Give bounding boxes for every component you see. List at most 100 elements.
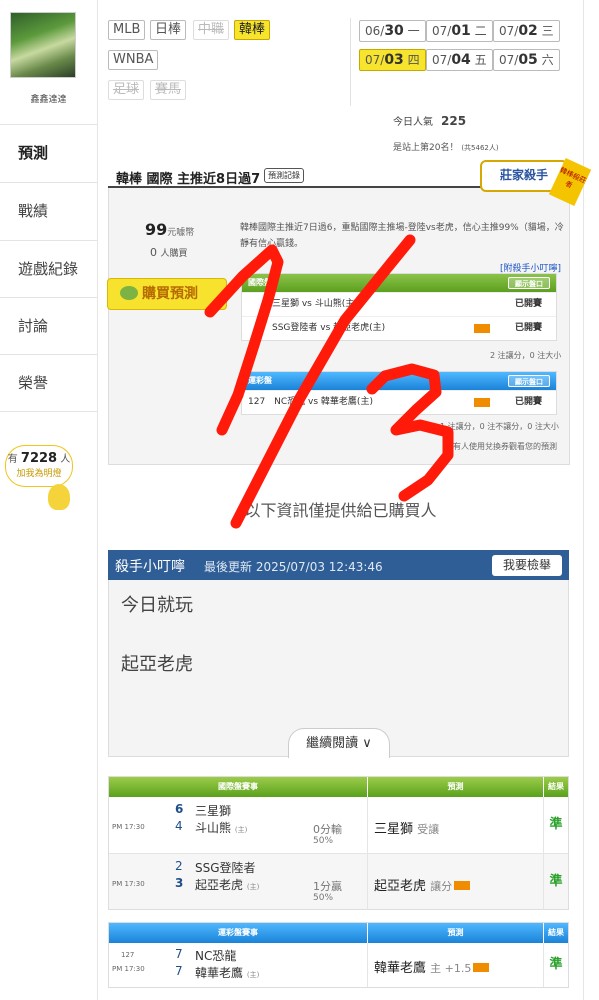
column-header: 預測: [368, 923, 544, 943]
table-row: PM 17:30 6 三星獅 4 斗山熊 (主) 0分輸 50% 三星獅 受讓 …: [109, 797, 568, 853]
header-divider: [350, 18, 351, 106]
team-label: 起亞老虎: [195, 878, 244, 892]
nav-item-record[interactable]: 戰績: [0, 182, 97, 239]
date-day: 02: [518, 23, 538, 39]
coin-icon: [120, 286, 138, 300]
buyer-count-value: 0: [150, 246, 157, 259]
table-header: 運彩盤賽事 預測 結果: [109, 923, 568, 943]
pick-note: 受讓: [417, 823, 440, 836]
prediction-pick: 韓華老鷹 主 +1.5: [374, 957, 490, 976]
show-odds-button[interactable]: 顯示盤口: [508, 375, 550, 387]
lightbulb-icon: [48, 484, 70, 510]
rank-note: (共5462人): [461, 144, 499, 152]
badge-label: 莊家殺手: [499, 168, 548, 182]
popularity-count: 225: [441, 114, 467, 128]
last-updated: 最後更新 2025/07/03 12:43:46: [204, 560, 383, 574]
spread-percent: 50%: [313, 893, 334, 903]
popularity: 今日人氣 225: [393, 113, 466, 128]
nav-item-predictions[interactable]: 預測: [0, 124, 97, 181]
follow-cta[interactable]: 加我為明燈: [6, 466, 72, 479]
result-hit: 準: [549, 817, 563, 832]
date-month: 06/: [365, 24, 385, 38]
table-header: 國際盤賽事 預測 結果: [109, 777, 568, 797]
handicap-tag-icon: [473, 963, 490, 972]
spread-result: 0分輸: [313, 823, 342, 836]
sport-tab-npb[interactable]: 日棒: [150, 20, 187, 40]
result-hit: 準: [549, 874, 563, 889]
table-row: 127 PM 17:30 7 NC恐龍 7 韓華老鷹 (主) 韓華老鷹 主 +1…: [109, 943, 568, 987]
column-header: 結果: [548, 928, 564, 937]
fans-prefix: 有: [7, 454, 18, 465]
prediction-record-button[interactable]: 預測記錄: [264, 168, 304, 183]
nav-item-discussion[interactable]: 討論: [0, 297, 97, 354]
badge-ribbon-label: 韓棒殺莊者: [558, 166, 588, 190]
lottery-results-table: 運彩盤賽事 預測 結果 127 PM 17:30 7 NC恐龍 7 韓華老鷹 (…: [108, 922, 569, 988]
date-tab-selected[interactable]: 07/03 四: [359, 49, 426, 71]
score: 4: [175, 819, 183, 833]
score: 2: [175, 859, 183, 873]
date-tab[interactable]: 06/30 一: [359, 20, 426, 42]
intl-odds-panel: 國際盤 顯示盤口 三星獅 vs 斗山熊(主) 已開賽 SSG登陸者 vs 起亞老虎(…: [241, 273, 557, 341]
buy-label: 購買預測: [142, 286, 198, 302]
game-time: PM 17:30: [112, 880, 145, 888]
match-status: 已開賽: [514, 323, 542, 333]
sport-tab-soccer: 足球: [108, 80, 145, 100]
card-description: 韓棒國際主推近7日過6，重點國際主推場-登陸vs老虎，信心主推99%（貓場，冷靜…: [240, 223, 564, 249]
team-label: 斗山熊: [195, 821, 232, 835]
date-tab[interactable]: 07/04 五: [426, 49, 493, 71]
rank-text: 是站上第20名！ (共5462人): [393, 140, 499, 153]
home-marker: (主): [234, 826, 248, 834]
tipster-note-title: 殺手小叮嚀: [115, 559, 185, 575]
sport-tab-mlb[interactable]: MLB: [108, 20, 146, 40]
date-month: 07/: [432, 53, 452, 67]
match-status: 已開賽: [514, 299, 542, 309]
pick-team: 韓華老鷹: [374, 961, 427, 976]
sport-tab-horse: 賽馬: [150, 80, 187, 100]
panel-row: SSG登陸者 vs 起亞老虎(主) 已開賽: [242, 316, 556, 340]
nav-item-game-log[interactable]: 遊戲紀錄: [0, 240, 97, 297]
read-more-button[interactable]: 繼續閱讀 ∨: [288, 728, 390, 758]
date-month: 07/: [499, 53, 519, 67]
date-tab[interactable]: 07/02 三: [493, 20, 560, 42]
team-name: SSG登陸者: [195, 861, 256, 875]
date-month: 07/: [499, 24, 519, 38]
result-hit: 準: [549, 957, 563, 972]
score: 6: [175, 802, 184, 816]
lottery-note: 1 注讓分，0 注不讓分，0 注大小: [440, 422, 559, 431]
pick-team: 起亞老虎: [374, 879, 427, 894]
sport-tab-kbo[interactable]: 韓棒: [234, 20, 271, 40]
prediction-pick: 起亞老虎 讓分: [374, 875, 471, 894]
purchase-only-message: 以下資訊僅提供給已購買人: [244, 501, 437, 520]
date-tab[interactable]: 07/05 六: [493, 49, 560, 71]
date-day: 30: [384, 23, 404, 39]
intl-panel-title: 國際盤: [248, 278, 272, 287]
rank-label: 是站上第20名！: [393, 143, 459, 153]
price: 99元噱幣: [145, 220, 194, 239]
team-name: 韓華老鷹 (主): [195, 964, 259, 981]
date-day: 01: [451, 23, 471, 39]
follow-fans-bubble[interactable]: 有 7228 人 加我為明燈: [5, 445, 73, 487]
date-day: 05: [518, 52, 538, 68]
date-weekday: 一: [407, 24, 420, 38]
nav-item-honors[interactable]: 榮譽: [0, 354, 97, 412]
avatar[interactable]: [10, 12, 76, 78]
date-weekday: 二: [474, 24, 487, 38]
show-odds-button[interactable]: 顯示盤口: [508, 277, 550, 289]
team-label: 韓華老鷹: [195, 966, 244, 980]
home-marker: (主): [246, 883, 260, 891]
price-value: 99: [145, 220, 168, 239]
report-button[interactable]: 我要檢舉: [492, 555, 562, 576]
date-weekday: 五: [474, 53, 487, 67]
handicap-tag-icon: [474, 398, 490, 407]
intl-results-table: 國際盤賽事 預測 結果 PM 17:30 6 三星獅 4 斗山熊 (主) 0分輸…: [108, 776, 569, 910]
buy-prediction-button[interactable]: 購買預測: [107, 278, 227, 310]
sport-tab-wnba[interactable]: WNBA: [108, 50, 159, 70]
pick-note: 主 +1.5: [430, 962, 472, 975]
score: 7: [175, 964, 183, 978]
team-name: 起亞老虎 (主): [195, 876, 259, 893]
match-status: 已開賽: [514, 397, 542, 407]
date-tab[interactable]: 07/01 二: [426, 20, 493, 42]
home-marker: (主): [246, 971, 260, 979]
spread-result: 1分贏: [313, 880, 342, 893]
handicap-tag-icon: [474, 324, 490, 333]
